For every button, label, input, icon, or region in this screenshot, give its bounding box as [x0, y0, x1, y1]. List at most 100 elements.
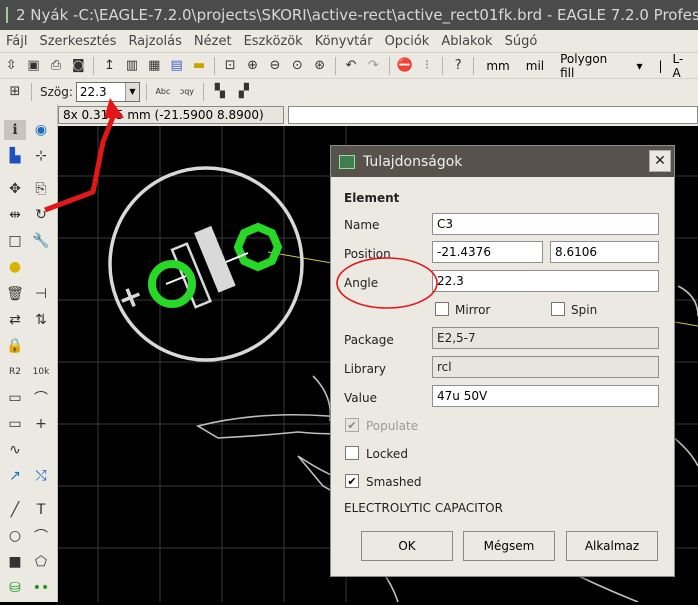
arc-icon[interactable]: ⌒ — [30, 526, 52, 546]
menu-file[interactable]: Fájl — [0, 34, 33, 49]
show-icon[interactable]: ◉ — [30, 120, 52, 140]
position-y-field[interactable]: 8.6106 — [550, 241, 659, 263]
smashed-checkbox[interactable]: ✔ — [345, 474, 359, 488]
angle-field[interactable]: 22.3 — [432, 270, 659, 292]
add-icon[interactable]: ⊣ — [30, 284, 52, 304]
populate-label: Populate — [366, 419, 419, 433]
wire-icon[interactable]: ╱ — [4, 500, 26, 520]
replace-icon[interactable]: ⇄ — [4, 310, 26, 330]
display-layers-icon[interactable]: ▙ — [4, 146, 26, 166]
rotate-icon[interactable]: ↻ — [30, 205, 52, 225]
menu-view[interactable]: Nézet — [188, 34, 238, 49]
grid-icon[interactable]: ⊞ — [4, 82, 26, 102]
close-icon[interactable]: ✕ — [649, 150, 671, 172]
device-description: ELECTROLYTIC CAPACITOR — [344, 501, 503, 515]
toolbar-divider — [31, 82, 32, 101]
paste-icon[interactable]: ● — [4, 257, 26, 277]
angle-combo[interactable]: 22.3 ▼ — [75, 81, 140, 102]
copy-icon[interactable]: ⎘ — [30, 179, 52, 199]
pinswap-icon[interactable]: ⇅ — [30, 310, 52, 330]
info-icon[interactable]: ℹ — [4, 120, 26, 140]
view-mode-icon[interactable]: ▚ — [209, 82, 231, 102]
zoom-redraw-icon[interactable]: ⊙ — [287, 56, 307, 76]
dialog-body: Element Name C3 Position -21.4376 8.6106… — [331, 177, 674, 577]
spin-text-icon[interactable]: ɔqy — [176, 82, 198, 102]
zoom-fit-icon[interactable]: ⊡ — [220, 56, 240, 76]
move-icon[interactable]: ✥ — [4, 179, 26, 199]
route-icon[interactable]: ∿ — [4, 440, 26, 460]
menu-window[interactable]: Ablakok — [435, 34, 498, 49]
menu-tools[interactable]: Eszközök — [238, 34, 309, 49]
tool-palette: ℹ ◉ ▙ ⊹ ✥ ⎘ ⇹ ↻ □ 🔧 ● 🗑 ⊣ ⇄ ⇅ 🔒 R2 10k ▭… — [0, 104, 58, 602]
polygon-fill-option[interactable]: Polygon fill — [560, 52, 620, 80]
schematic-icon[interactable]: ▦ — [144, 56, 164, 76]
open-icon[interactable]: ⇳ — [1, 56, 21, 76]
apply-button[interactable]: Alkalmaz — [566, 531, 658, 561]
mirror-text-icon[interactable]: Abc — [152, 82, 174, 102]
zoom-area-icon[interactable]: ⊛ — [310, 56, 330, 76]
menu-edit[interactable]: Szerkesztés — [33, 34, 122, 49]
layer-icon[interactable]: ▬ — [189, 56, 209, 76]
dropdown-arrow-icon[interactable]: ▾ — [636, 59, 642, 73]
layer-abbrev[interactable]: L-A — [673, 52, 690, 80]
menu-bar: Fájl Szerkesztés Rajzolás Nézet Eszközök… — [0, 30, 698, 52]
menu-draw[interactable]: Rajzolás — [122, 34, 187, 49]
redo-icon[interactable]: ↷ — [363, 56, 383, 76]
spin-checkbox[interactable] — [551, 302, 565, 316]
smash-icon[interactable]: R2 — [4, 362, 26, 382]
menu-options[interactable]: Opciók — [379, 34, 436, 49]
library-field: rcl — [432, 356, 659, 378]
chevron-down-icon[interactable]: ▼ — [124, 82, 139, 101]
change-icon[interactable]: 🔧 — [30, 231, 52, 251]
view-mode2-icon[interactable]: ▞ — [233, 82, 255, 102]
undo-icon[interactable]: ↶ — [341, 56, 361, 76]
menu-help[interactable]: Súgó — [499, 34, 544, 49]
script-icon[interactable]: ↥ — [99, 56, 119, 76]
name-field[interactable]: C3 — [432, 213, 659, 235]
zoom-out-icon[interactable]: ⊖ — [265, 56, 285, 76]
polygon-icon[interactable]: ⬠ — [30, 552, 52, 572]
ok-button[interactable]: OK — [361, 531, 453, 561]
via-icon[interactable]: ⛁ — [4, 578, 26, 598]
text-icon[interactable]: T — [30, 500, 52, 520]
group-icon[interactable]: □ — [4, 231, 26, 251]
optimize-icon[interactable]: ▭ — [4, 414, 26, 434]
split-icon[interactable]: ▭ — [4, 388, 26, 408]
cam-icon[interactable]: ◙ — [68, 56, 88, 76]
delete-icon[interactable]: 🗑 — [4, 284, 26, 304]
print-icon[interactable]: ⎙ — [46, 56, 66, 76]
value-label: Value — [344, 391, 377, 405]
help-icon[interactable]: ? — [448, 56, 468, 76]
ripup-icon[interactable]: ↗ — [4, 466, 26, 486]
pad-2[interactable] — [233, 222, 283, 272]
mirror-icon[interactable]: ⇹ — [4, 205, 26, 225]
unit-mil[interactable]: mil — [526, 59, 544, 73]
angle-combo-value[interactable]: 22.3 — [77, 85, 125, 99]
miter-icon[interactable]: ⌒ — [30, 388, 52, 408]
stop-icon[interactable]: ⛔ — [394, 56, 414, 76]
value-field[interactable]: 47u 50V — [432, 385, 659, 407]
mark-icon[interactable]: ⊹ — [30, 146, 52, 166]
toolbar-divider — [442, 56, 444, 75]
command-line-input[interactable] — [288, 106, 698, 124]
value-icon[interactable]: 10k — [30, 362, 52, 382]
rect-icon[interactable]: ■ — [4, 552, 26, 572]
lock-icon[interactable]: 🔒 — [4, 336, 26, 356]
save-icon[interactable]: ▣ — [23, 56, 43, 76]
mirror-checkbox[interactable] — [435, 302, 449, 316]
menu-library[interactable]: Könyvtár — [309, 34, 379, 49]
dialog-title: Tulajdonságok — [363, 153, 463, 170]
position-x-field[interactable]: -21.4376 — [432, 241, 543, 263]
unit-mm[interactable]: mm — [486, 59, 509, 73]
circle-icon[interactable]: ○ — [4, 526, 26, 546]
zoom-in-icon[interactable]: ⊕ — [242, 56, 262, 76]
mirror-label: Mirror — [455, 303, 491, 317]
autoroute-icon[interactable]: ⤭ — [30, 466, 52, 486]
meander-icon[interactable]: + — [30, 414, 52, 434]
signal-icon[interactable]: •• — [30, 578, 52, 598]
go-icon[interactable]: ⁝ — [417, 56, 437, 76]
locked-checkbox[interactable] — [345, 446, 359, 460]
board-icon[interactable]: ▤ — [166, 56, 186, 76]
ulp-icon[interactable]: ▥ — [122, 56, 142, 76]
cancel-button[interactable]: Mégsem — [463, 531, 555, 561]
